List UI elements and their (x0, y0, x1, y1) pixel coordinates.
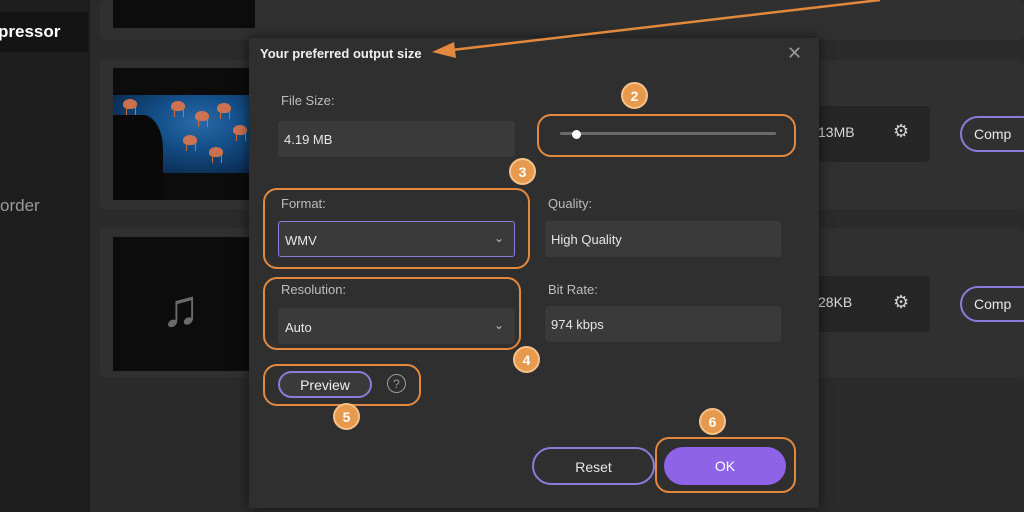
step-badge-2: 2 (621, 82, 648, 109)
highlight-format (263, 188, 530, 269)
highlight-slider (537, 114, 796, 157)
highlight-preview (263, 364, 421, 406)
step-badge-5: 5 (333, 403, 360, 430)
step-badge-6: 6 (699, 408, 726, 435)
step-badge-4: 4 (513, 346, 540, 373)
highlight-ok (655, 437, 796, 493)
step-badge-3: 3 (509, 158, 536, 185)
highlight-resolution (263, 277, 521, 350)
